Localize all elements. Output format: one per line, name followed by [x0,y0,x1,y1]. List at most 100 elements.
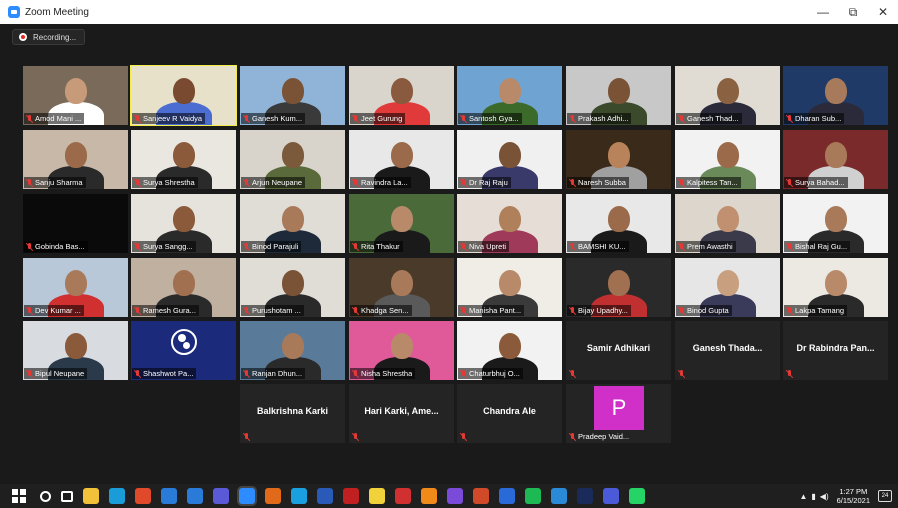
participant-face [498,333,521,359]
viber-icon[interactable] [447,488,463,504]
photoshop-icon[interactable] [577,488,593,504]
name-label-bar: Dev Kumar ... [24,305,84,316]
participant-tile[interactable]: Santosh Gya... [457,66,562,125]
teams2-icon[interactable] [603,488,619,504]
name-label-bar: Lakpa Tamang [784,305,848,316]
participant-tile[interactable]: Ganesh Kum... [240,66,345,125]
chrome-icon[interactable] [135,488,151,504]
participant-name: Sanjeev R Vaidya [143,114,203,123]
mic-muted-icon [26,369,33,378]
close-button[interactable]: ✕ [868,0,898,24]
participant-face [498,270,521,296]
skype-icon[interactable] [291,488,307,504]
participant-tile[interactable]: Bipul Neupane [23,321,128,380]
participant-tile[interactable]: Surya Bahad... [783,130,888,189]
participant-tile[interactable]: P Pradeep Vaid... [566,384,671,443]
participant-tile[interactable]: Sanju Sharma [23,130,128,189]
store-icon[interactable] [161,488,177,504]
zoom-icon[interactable] [239,488,255,504]
whatsapp-icon[interactable] [629,488,645,504]
participant-tile[interactable]: Kalpitess Tan... [675,130,780,189]
name-label-bar: Surya Bahad... [784,177,848,188]
participant-tile[interactable]: Binod Gupta [675,258,780,317]
participant-tile[interactable]: Nisha Shrestha [349,321,454,380]
participant-face [498,78,521,104]
participant-tile[interactable]: Ganesh Thad... [675,66,780,125]
participant-tile[interactable]: Binod Parajuli [240,194,345,253]
participant-tile[interactable]: Chaturbhuj O... [457,321,562,380]
edge-icon[interactable] [109,488,125,504]
participant-tile[interactable]: Surya Sangg... [131,194,236,253]
participant-tile[interactable]: Arjun Neupane [240,130,345,189]
participant-tile[interactable]: Naresh Subba [566,130,671,189]
participant-tile[interactable]: Balkrishna Karki [240,384,345,443]
chevron-up-icon[interactable]: ▲ [799,492,807,501]
participant-face [716,270,739,296]
participant-tile[interactable]: Purushotam ... [240,258,345,317]
recording-indicator[interactable]: Recording... [12,29,86,45]
participant-tile[interactable]: Lakpa Tamang [783,258,888,317]
participant-name-center: Balkrishna Karki [256,406,329,416]
clock[interactable]: 1:27 PM 6/15/2021 [837,487,870,505]
participant-tile[interactable]: Ganesh Thada... [675,321,780,380]
mic-muted-icon [460,306,467,315]
mail-icon[interactable] [187,488,203,504]
task-view-icon[interactable] [61,490,73,502]
participant-tile[interactable]: Gobinda Bas... [23,194,128,253]
participant-tile[interactable]: Surya Shrestha [131,130,236,189]
participant-tile[interactable]: Bishal Raj Gu... [783,194,888,253]
participant-name-center: Samir Adhikari [586,343,651,353]
sticky-notes-icon[interactable] [369,488,385,504]
participant-name: Nisha Shrestha [361,369,413,378]
word-icon[interactable] [317,488,333,504]
firefox-icon[interactable] [265,488,281,504]
file-explorer-icon[interactable] [83,488,99,504]
participant-tile[interactable]: Hari Karki, Ame... [349,384,454,443]
participant-tile[interactable]: Dharan Sub... [783,66,888,125]
name-label-bar: Dharan Sub... [784,113,845,124]
window-controls: — ⧉ ✕ [808,0,898,24]
notifications-icon[interactable]: 24 [878,490,892,502]
volume-icon[interactable]: ◀) [820,492,829,501]
start-button[interactable] [12,489,26,503]
participant-face [607,78,630,104]
participant-tile[interactable]: Rita Thakur [349,194,454,253]
outlook-icon[interactable] [499,488,515,504]
participant-tile[interactable]: Jeet Gurung [349,66,454,125]
network-icon[interactable]: ▮ [811,492,815,501]
participant-tile[interactable]: Dev Kumar ... [23,258,128,317]
search-icon[interactable] [40,490,51,502]
vlc-icon[interactable] [421,488,437,504]
zoom-app-icon [8,6,20,18]
onedrive-icon[interactable] [551,488,567,504]
acrobat-icon[interactable] [395,488,411,504]
participant-tile[interactable]: Dr Rabindra Pan... [783,321,888,380]
mic-muted-icon [460,242,467,251]
teams-icon[interactable] [213,488,229,504]
participant-tile[interactable]: Prakash Adhi... [566,66,671,125]
participant-tile[interactable]: Manisha Pant... [457,258,562,317]
participant-tile[interactable]: Bijay Upadhy... [566,258,671,317]
participant-tile[interactable]: Dr Raj Raju [457,130,562,189]
powerpoint-icon[interactable] [473,488,489,504]
participant-name: Chaturbhuj O... [469,369,520,378]
participant-tile[interactable]: Ramesh Gura... [131,258,236,317]
participant-tile[interactable]: BAMSHI KU... [566,194,671,253]
filezilla-icon[interactable] [343,488,359,504]
participant-name: Prem Awasthi [687,242,733,251]
participant-tile[interactable]: Shashwot Pa... [131,321,236,380]
participant-tile[interactable]: Khadga Sen... [349,258,454,317]
participant-tile[interactable]: Chandra Ale [457,384,562,443]
name-label-bar: Prem Awasthi [676,241,736,252]
participant-tile[interactable]: Amod Mani ... [23,66,128,125]
participant-tile[interactable]: Ravindra La... [349,130,454,189]
minimize-button[interactable]: — [808,0,838,24]
restore-button[interactable]: ⧉ [838,0,868,24]
participant-tile[interactable]: Samir Adhikari [566,321,671,380]
spotify-icon[interactable] [525,488,541,504]
name-label-bar: Naresh Subba [567,177,629,188]
participant-tile[interactable]: Prem Awasthi [675,194,780,253]
participant-tile[interactable]: Sanjeev R Vaidya [130,65,237,126]
participant-tile[interactable]: Niva Upreti [457,194,562,253]
participant-tile[interactable]: Ranjan Dhun... [240,321,345,380]
